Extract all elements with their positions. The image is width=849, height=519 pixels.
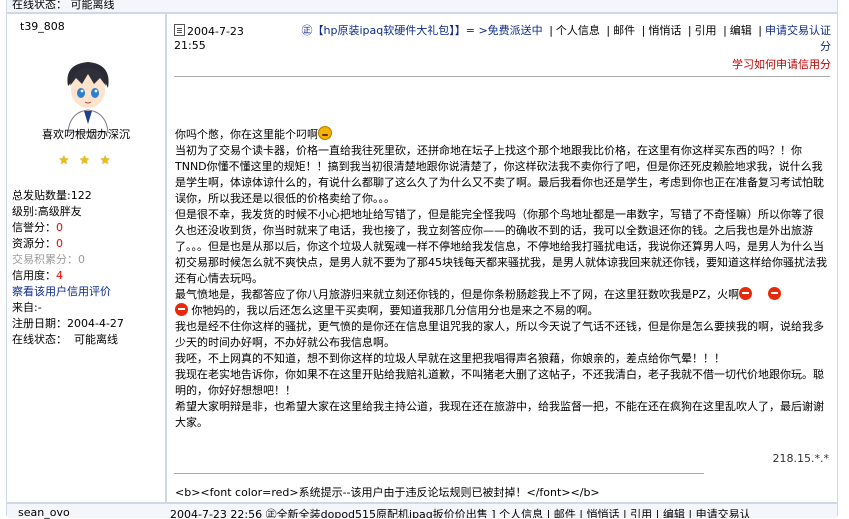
post-time: 21:55 — [174, 39, 206, 52]
system-notice: <b><font color=red>系统提示--该用户由于违反论坛规则已被封掉… — [175, 486, 600, 499]
post-text-lead: 你吗个憋，你在这里能个叼啊 — [175, 128, 318, 141]
user-title: 喜欢叼根烟办深沉 — [42, 128, 130, 141]
user-online-status: 在线状态： 可能离线 — [12, 333, 118, 346]
angry-icon — [739, 287, 753, 300]
credit-review-link[interactable]: 察看该用户信用评价 — [12, 284, 111, 300]
rank-stars-icon: ★ ★ ★ — [58, 153, 114, 167]
next-post-header: 2004-7-23 22:56 ㊣全新全装dopod515原配机ipaq扳价价出… — [170, 508, 751, 518]
post-panel: 2004-7-23 21:55 ㊣【hp原装ipaq软硬件大礼包】】= >免费派… — [167, 14, 837, 502]
action-email[interactable]: 邮件 — [613, 24, 635, 37]
user-reputation: 信誉分：0 — [12, 221, 63, 234]
smiley-icon — [318, 126, 332, 140]
post-paragraph: 我现在老实地告诉你，你如果不在这里开贴给我赔礼道歉，不叫猪老大删了这帖子，不还我… — [175, 368, 824, 397]
action-private-message[interactable]: 悄悄话 — [648, 24, 681, 37]
action-profile[interactable]: 个人信息 — [556, 24, 600, 37]
previous-post-status-strip: 在线状态： 可能离线 — [7, 0, 837, 12]
post-paragraph: 你牠妈的，我以后还怎么这里干买卖啊，要知道我那几分信用分也是来之不易的啊。 — [191, 304, 599, 317]
learn-credit-link[interactable]: 学习如何申请信用分 — [732, 56, 831, 72]
forum-thread-frame: 在线状态： 可能离线 t39_808 喜欢叼根烟办深沉 ★ ★ ★ 总发贴数量:… — [6, 0, 838, 518]
post-paragraph: 我呸，不上网真的不知道，想不到你这样的垃圾人早就在这里把我唱得声名狼藉，你娘亲的… — [175, 352, 725, 365]
user-avatar — [67, 62, 109, 133]
angry-icon — [175, 303, 188, 316]
post-paragraph: 希望大家明辩是非，也希望大家在这里给我主持公道，我现在还在旅游中，给我监督一把，… — [175, 400, 824, 429]
apply-trade-link[interactable]: 申请交易认证 — [765, 24, 831, 37]
post-paragraph: 我也是经不住你这样的骚扰，更气愤的是你还在信息里诅咒我的家人，所以今天说了气话不… — [175, 320, 824, 349]
action-edit[interactable]: 编辑 — [730, 24, 752, 37]
apply-trade-link-cont[interactable]: 分 — [820, 38, 831, 54]
angry-icon — [768, 287, 782, 300]
user-info-panel: t39_808 喜欢叼根烟办深沉 ★ ★ ★ 总发贴数量:122 级别:高级胖友… — [7, 14, 165, 502]
post-paragraph: 但是很不幸，我发货的时候不小心把地址给写错了，但是能完全怪我吗（你那个鸟地址都是… — [175, 208, 827, 285]
post-paragraph: 当初为了交易个读卡器，价格一直给我往死里砍，还拼命地在坛子上找这个那个地跟我比价… — [175, 144, 824, 205]
user-credit: 信用度：4 — [12, 269, 63, 282]
user-resource-points: 资源分：0 — [12, 237, 63, 250]
previous-post-status: 在线状态： 可能离线 — [12, 0, 115, 11]
post-divider-top — [174, 76, 830, 77]
signature-divider — [174, 473, 704, 474]
user-location: 来自:- — [12, 301, 42, 314]
post-icon — [174, 24, 185, 36]
next-post-username[interactable]: sean_ovo — [18, 506, 70, 519]
post-paragraph: 最气愤地是，我都答应了你八月旅游归来就立刻还你钱的，但是你条粉肠趁我上不了网，在… — [175, 288, 740, 301]
post-date: 2004-7-23 — [187, 25, 244, 38]
action-quote[interactable]: 引用 — [695, 24, 717, 37]
user-trade-points: 交易积累分：0 — [12, 253, 85, 266]
username[interactable]: t39_808 — [20, 20, 65, 33]
user-reg-date: 注册日期：2004-4-27 — [12, 317, 124, 330]
post-header-links: ㊣【hp原装ipaq软硬件大礼包】】= >免费派送中 | 个人信息 | 邮件 | 悄悄… — [301, 24, 831, 37]
post-body: 你吗个憋，你在这里能个叼啊 当初为了交易个读卡器，价格一直给我往死里砍，还拼命地… — [175, 126, 831, 431]
poster-ip: 218.15.*.* — [772, 452, 829, 465]
user-post-count: 总发贴数量:122 — [12, 189, 92, 202]
user-rank: 级别:高级胖友 — [12, 205, 82, 218]
thread-topic-link[interactable]: ㊣【hp原装ipaq软硬件大礼包】】= >免费派送中 — [302, 24, 543, 37]
post-datetime: 2004-7-23 21:55 — [174, 24, 274, 53]
